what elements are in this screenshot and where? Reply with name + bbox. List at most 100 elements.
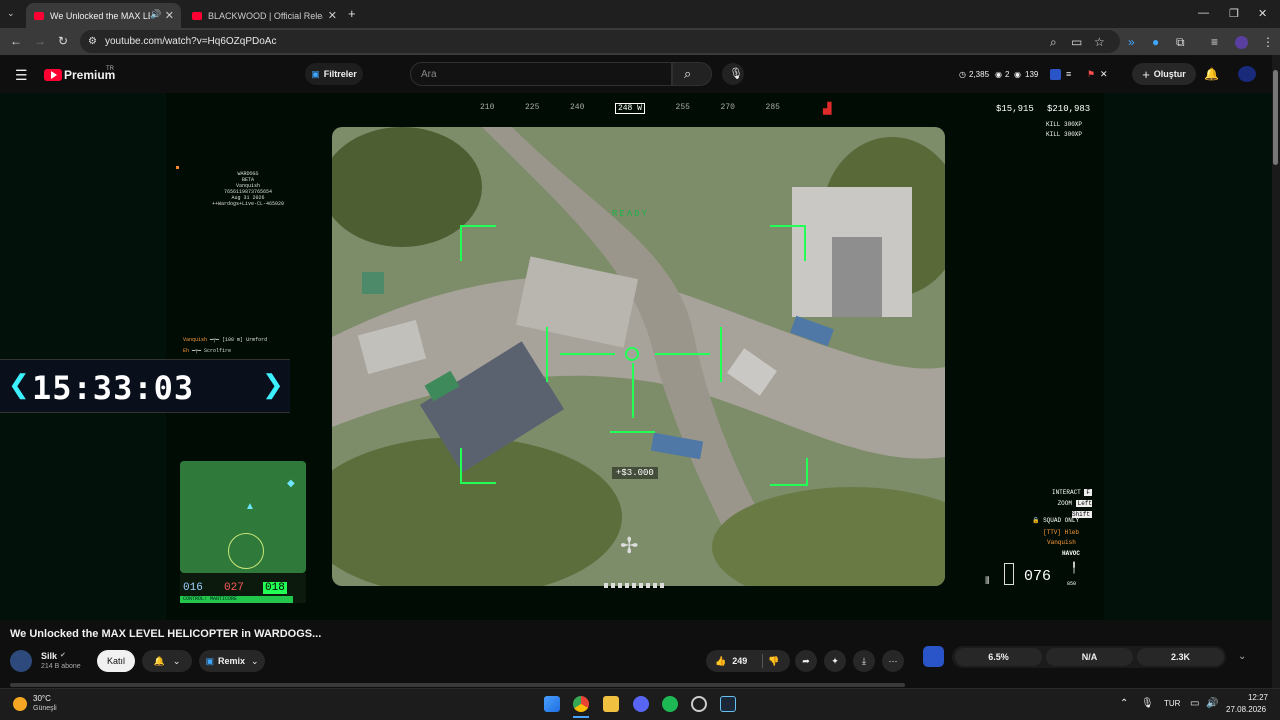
extension-badge-icon[interactable] [923, 646, 944, 667]
dislike-icon[interactable]: 👎 [768, 656, 779, 667]
progress-ticks [604, 583, 666, 588]
join-button[interactable]: Katıl [97, 650, 135, 672]
extension-icon[interactable]: » [1128, 35, 1135, 49]
more-actions-button[interactable]: ⋯ [882, 650, 904, 672]
like-icon[interactable]: 👍 [715, 656, 726, 667]
windows-start-icon[interactable] [544, 696, 560, 712]
tray-chevron-icon[interactable]: ⌃ [1120, 698, 1128, 709]
objective-marker-icon: ◆ [287, 478, 295, 489]
clock-time[interactable]: 12:27 [1236, 693, 1268, 702]
reload-icon[interactable]: ↻ [58, 34, 68, 48]
rocket-icon: ╿ [1071, 563, 1078, 574]
compass-tick: 270 [720, 103, 735, 112]
app-circle-icon[interactable] [691, 696, 707, 712]
tab-video[interactable]: We Unlocked the MAX LEVE 🔊 ✕ [26, 3, 181, 28]
discord-icon[interactable] [633, 696, 649, 712]
remix-button[interactable]: ▣ Remix ⌄ [199, 650, 265, 672]
close-tab-icon[interactable]: ✕ [328, 9, 337, 22]
reward-popup: +$3.000 [612, 467, 658, 479]
timer-right-chevron-icon: ❯ [262, 369, 284, 399]
filters-button[interactable]: ▣ Filtreler [305, 63, 363, 85]
killfeed-player: Vanquish [183, 337, 208, 343]
extensions-puzzle-icon[interactable]: ⧉ [1176, 35, 1185, 50]
reticle-corner [460, 448, 496, 484]
notifications-bell-icon[interactable]: 🔔 [1204, 67, 1219, 81]
weather-temp[interactable]: 30°C [33, 694, 51, 703]
create-button[interactable]: + Oluştur [1132, 63, 1196, 85]
ask-button[interactable]: ✦ [824, 650, 846, 672]
compass-tick: 210 [480, 103, 495, 112]
minimize-icon[interactable]: — [1198, 7, 1209, 19]
bell-off-icon[interactable]: ✕ [1100, 69, 1108, 80]
channel-name[interactable]: Silk [41, 651, 57, 661]
network-icon[interactable]: ▭ [1190, 698, 1199, 709]
search-input[interactable]: Ara [410, 62, 672, 86]
extension-badge-icon[interactable] [1050, 69, 1061, 80]
new-tab-button[interactable]: + [348, 6, 356, 21]
scrollbar-thumb[interactable] [1273, 70, 1278, 165]
verified-icon: ✔ [60, 652, 66, 659]
like-count[interactable]: 249 [732, 656, 747, 666]
reticle-line [632, 363, 634, 418]
list-icon[interactable]: ≡ [1066, 69, 1071, 79]
reticle-center-icon [625, 347, 639, 361]
volume-icon[interactable]: 🔊 [1206, 698, 1218, 709]
weather-sun-icon[interactable] [13, 697, 27, 711]
reticle-corner [770, 458, 808, 486]
ammo-icon: ⦀ [985, 576, 990, 587]
reticle-line [610, 431, 655, 433]
enemy-score: 027 [224, 582, 244, 594]
profile-avatar[interactable] [1235, 36, 1248, 49]
magazine-icon [1004, 563, 1014, 585]
language-indicator[interactable]: TUR [1164, 699, 1180, 708]
speaker-icon[interactable]: 🔊 [150, 9, 161, 20]
compass-tick: 240 [569, 103, 585, 112]
close-window-icon[interactable]: ✕ [1258, 7, 1267, 20]
cast-icon[interactable]: ▭ [1071, 35, 1082, 49]
horizontal-scrollbar[interactable] [10, 683, 905, 687]
divider [762, 654, 763, 668]
video-player[interactable]: 210 225 240 248 W 255 270 285 ▟ $15,915 … [0, 93, 1272, 620]
search-button[interactable] [672, 62, 712, 86]
forward-icon[interactable]: → [34, 34, 46, 48]
hamburger-menu-icon[interactable]: ☰ [15, 67, 28, 84]
tab-blackwood[interactable]: BLACKWOOD | Official Release ✕ [184, 3, 344, 28]
steam-icon[interactable] [720, 696, 736, 712]
chrome-icon[interactable] [573, 696, 589, 712]
clock-icon: ◷ [959, 70, 966, 79]
remix-label: Remix [217, 656, 245, 666]
clock-date[interactable]: 27.08.2026 [1226, 705, 1266, 714]
pin-icon[interactable]: ⚑ [1087, 69, 1095, 80]
subscribed-bell-button[interactable]: 🔔 ⌄ [142, 650, 192, 672]
restore-icon[interactable]: ❐ [1229, 7, 1239, 20]
mic-tray-icon[interactable]: 🎙 [1141, 698, 1154, 709]
extension-icon[interactable]: ● [1152, 35, 1159, 49]
zoom-icon[interactable]: ⌕ [1050, 35, 1057, 50]
channel-avatar[interactable] [10, 650, 32, 672]
menu-icon[interactable]: ⋮ [1262, 35, 1274, 49]
bookmark-star-icon[interactable]: ☆ [1094, 35, 1105, 49]
file-explorer-icon[interactable] [603, 696, 619, 712]
reticle-corner [770, 225, 806, 261]
squad-only-label: 🔒 SQUAD ONLY [1032, 517, 1080, 524]
chevron-down-icon[interactable]: ⌄ [1238, 651, 1246, 662]
controls-hint: INTERACT F ZOOM Left Shift [1036, 487, 1092, 520]
share-button[interactable]: ➦ [795, 650, 817, 672]
tab-search-icon[interactable]: ⌄ [7, 8, 15, 19]
killfeed-victim: Urmford [246, 337, 268, 343]
download-button[interactable]: ⤓ [853, 650, 875, 672]
close-tab-icon[interactable]: ✕ [165, 9, 174, 22]
back-icon[interactable]: ← [10, 34, 22, 48]
zoom-label: ZOOM [1057, 500, 1072, 507]
reticle-line [546, 327, 548, 382]
account-avatar[interactable] [1238, 66, 1256, 82]
objective-score: 018 [263, 582, 287, 594]
control-label: CONTROL: MANTICORE [183, 596, 238, 602]
spotify-icon[interactable] [662, 696, 678, 712]
interact-key: F [1084, 489, 1092, 496]
url-text[interactable]: youtube.com/watch?v=Hq6OZqPDoAc [105, 36, 276, 47]
ext-stat: 2.3K [1137, 648, 1224, 666]
site-info-icon[interactable]: ⚙ [88, 36, 97, 47]
chevron-down-icon: ⌄ [172, 655, 181, 666]
reading-list-icon[interactable]: ≡ [1211, 35, 1218, 49]
